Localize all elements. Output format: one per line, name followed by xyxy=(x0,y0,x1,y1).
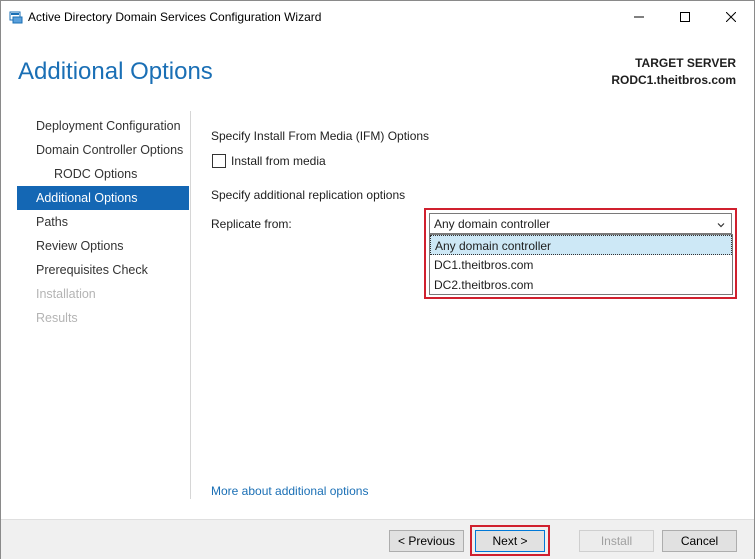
replication-section-title: Specify additional replication options xyxy=(211,188,406,202)
nav-item-deployment-configuration[interactable]: Deployment Configuration xyxy=(17,114,189,138)
server-manager-icon xyxy=(9,10,23,24)
chevron-down-icon[interactable] xyxy=(717,218,725,232)
maximize-icon xyxy=(680,12,690,22)
cancel-button[interactable]: Cancel xyxy=(662,530,737,552)
minimize-button[interactable] xyxy=(616,1,662,33)
target-server-label: TARGET SERVER xyxy=(635,56,736,70)
previous-button[interactable]: < Previous xyxy=(389,530,464,552)
nav-item-review-options[interactable]: Review Options xyxy=(17,234,189,258)
ifm-section-title: Specify Install From Media (IFM) Options xyxy=(211,129,430,143)
more-about-additional-options-link[interactable]: More about additional options xyxy=(211,484,368,498)
dropdown-option-any-dc[interactable]: Any domain controller xyxy=(430,235,732,255)
wizard-window: Active Directory Domain Services Configu… xyxy=(0,0,755,559)
replicate-from-value: Any domain controller xyxy=(434,217,551,231)
nav-divider xyxy=(190,111,191,499)
nav-item-additional-options[interactable]: Additional Options xyxy=(17,186,189,210)
replicate-from-label: Replicate from: xyxy=(211,217,292,231)
close-icon xyxy=(726,12,736,22)
nav-item-rodc-options[interactable]: RODC Options xyxy=(17,162,189,186)
install-button: Install xyxy=(579,530,654,552)
dropdown-option-dc1[interactable]: DC1.theitbros.com xyxy=(430,255,732,275)
close-button[interactable] xyxy=(708,1,754,33)
page-title: Additional Options xyxy=(18,58,213,85)
window-title: Active Directory Domain Services Configu… xyxy=(28,10,322,24)
nav-item-domain-controller-options[interactable]: Domain Controller Options xyxy=(17,138,189,162)
title-bar[interactable]: Active Directory Domain Services Configu… xyxy=(1,1,754,33)
maximize-button[interactable] xyxy=(662,1,708,33)
wizard-nav: Deployment Configuration Domain Controll… xyxy=(17,114,189,330)
install-from-media-checkbox[interactable] xyxy=(212,154,226,168)
nav-item-results: Results xyxy=(36,311,78,325)
nav-item-prerequisites-check[interactable]: Prerequisites Check xyxy=(17,258,189,282)
dropdown-option-dc2[interactable]: DC2.theitbros.com xyxy=(430,275,732,295)
minimize-icon xyxy=(634,16,644,18)
target-server-name: RODC1.theitbros.com xyxy=(611,73,736,87)
next-button[interactable]: Next > xyxy=(475,530,545,552)
nav-item-installation: Installation xyxy=(36,287,96,301)
install-from-media-label[interactable]: Install from media xyxy=(231,154,326,168)
nav-item-paths[interactable]: Paths xyxy=(17,210,189,234)
replicate-from-select[interactable]: Any domain controller xyxy=(429,213,732,234)
replicate-from-dropdown-list: Any domain controller DC1.theitbros.com … xyxy=(429,234,733,295)
